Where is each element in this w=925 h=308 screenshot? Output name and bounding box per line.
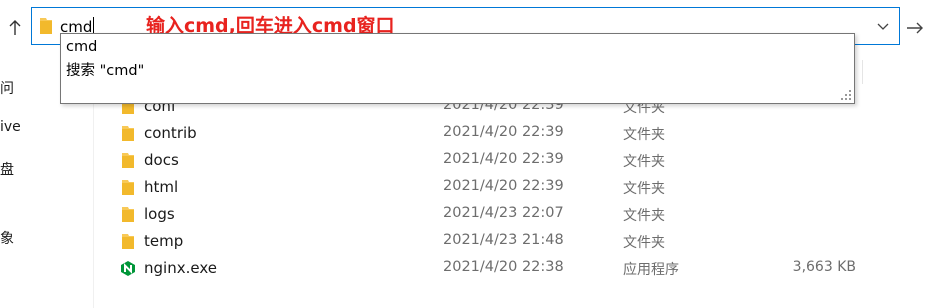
file-date: 2021/4/20 22:39 [443, 178, 564, 194]
folder-icon [122, 207, 134, 222]
nav-item-3[interactable]: 盘 [0, 159, 22, 179]
up-one-level-button[interactable] [2, 10, 28, 46]
file-date: 2021/4/20 22:38 [443, 259, 564, 275]
file-date: 2021/4/20 22:39 [443, 151, 564, 167]
arrow-right-icon [907, 22, 923, 34]
folder-icon [122, 126, 134, 141]
file-name[interactable]: logs [144, 205, 175, 223]
folder-icon [122, 180, 134, 195]
go-button[interactable] [905, 10, 925, 46]
file-row[interactable]: contrib 2021/4/20 22:39 文件夹 [94, 120, 925, 147]
file-row[interactable]: docs 2021/4/20 22:39 文件夹 [94, 147, 925, 174]
file-date: 2021/4/23 22:07 [443, 205, 564, 221]
folder-icon [122, 234, 134, 249]
file-date: 2021/4/20 22:39 [443, 124, 564, 140]
file-date: 2021/4/23 21:48 [443, 232, 564, 248]
file-row[interactable]: html 2021/4/20 22:39 文件夹 [94, 174, 925, 201]
file-type: 应用程序 [623, 262, 679, 278]
autocomplete-dropdown: cmd 搜索 "cmd" [60, 33, 855, 104]
file-type: 文件夹 [623, 127, 665, 143]
nav-item-1[interactable]: 问 [0, 78, 22, 98]
arrow-up-icon [9, 20, 21, 35]
file-type: 文件夹 [623, 181, 665, 197]
file-type: 文件夹 [623, 208, 665, 224]
resize-grip-icon[interactable] [840, 89, 852, 101]
nginx-app-icon [121, 261, 135, 276]
folder-icon [122, 153, 134, 168]
file-type: 文件夹 [623, 235, 665, 251]
file-row[interactable]: nginx.exe 2021/4/20 22:38 应用程序 3,663 KB [94, 255, 925, 282]
file-name[interactable]: docs [144, 151, 179, 169]
suggestion-item-cmd[interactable]: cmd [66, 37, 97, 57]
file-row[interactable]: temp 2021/4/23 21:48 文件夹 [94, 228, 925, 255]
file-size: 3,663 KB [792, 259, 856, 275]
suggestion-item-search[interactable]: 搜索 "cmd" [66, 61, 144, 81]
chevron-down-icon[interactable] [875, 18, 891, 34]
file-name[interactable]: temp [144, 232, 183, 250]
nav-item-4[interactable]: 象 [0, 228, 22, 248]
column-header-divider[interactable] [862, 60, 863, 84]
folder-icon [40, 18, 52, 34]
file-row[interactable]: logs 2021/4/23 22:07 文件夹 [94, 201, 925, 228]
nav-item-2[interactable]: ive [0, 119, 22, 135]
file-type: 文件夹 [623, 154, 665, 170]
file-name[interactable]: html [144, 178, 178, 196]
file-name[interactable]: nginx.exe [144, 259, 217, 277]
file-name[interactable]: contrib [144, 124, 197, 142]
